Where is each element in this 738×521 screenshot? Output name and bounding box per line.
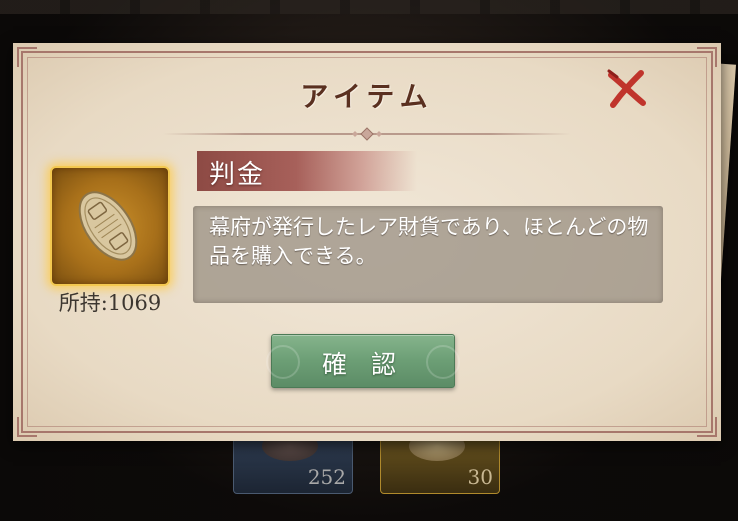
background-item-card[interactable]: 30: [380, 436, 500, 494]
item-icon-frame: [50, 166, 170, 286]
close-x-icon: [607, 69, 646, 108]
diamond-ornament-icon: [352, 127, 382, 141]
corner-ornament: [697, 47, 717, 67]
close-button[interactable]: [603, 65, 649, 111]
corner-ornament: [697, 417, 717, 437]
confirm-button[interactable]: 確 認: [266, 334, 460, 388]
background-rail: [0, 0, 738, 14]
corner-ornament: [17, 47, 37, 67]
koban-gold-coin-icon: [78, 191, 138, 261]
background-item-card[interactable]: 252: [233, 436, 353, 494]
item-dialog: アイテム 所持:1069 判金 幕府が発行したレア財貨であり、ほとんどの物品を購…: [13, 43, 721, 441]
game-screen: 252 30 アイテム 所持:1069 判金 幕府が発行したレア財貨であり、ほと…: [0, 0, 738, 521]
corner-ornament: [17, 417, 37, 437]
item-count: 252: [307, 465, 346, 489]
item-count: 30: [467, 465, 493, 489]
item-description: 幕府が発行したレア財貨であり、ほとんどの物品を購入できる。: [209, 215, 649, 268]
owned-count: 所持:1069: [58, 291, 162, 315]
item-name: 判金: [209, 160, 266, 190]
confirm-button-label: 確 認: [322, 350, 404, 379]
